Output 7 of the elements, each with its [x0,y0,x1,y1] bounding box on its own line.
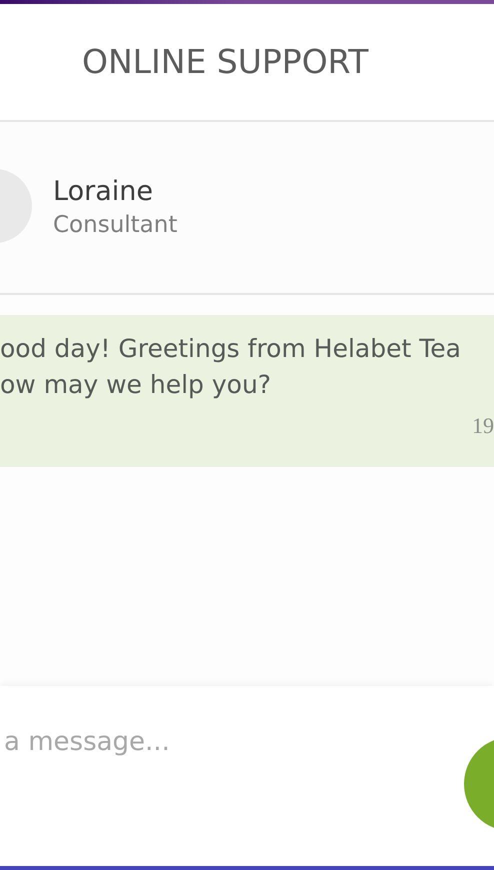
message-text: ow may we help you? [0,369,272,401]
message-time: 19 [472,412,494,440]
message-text: ood day! Greetings from Helabet Tea [0,333,461,365]
header-title: ONLINE SUPPORT [82,41,368,84]
agent-name: Loraine [53,175,154,209]
message-input[interactable]: a message... [4,722,404,762]
agent-role: Consultant [53,211,178,240]
